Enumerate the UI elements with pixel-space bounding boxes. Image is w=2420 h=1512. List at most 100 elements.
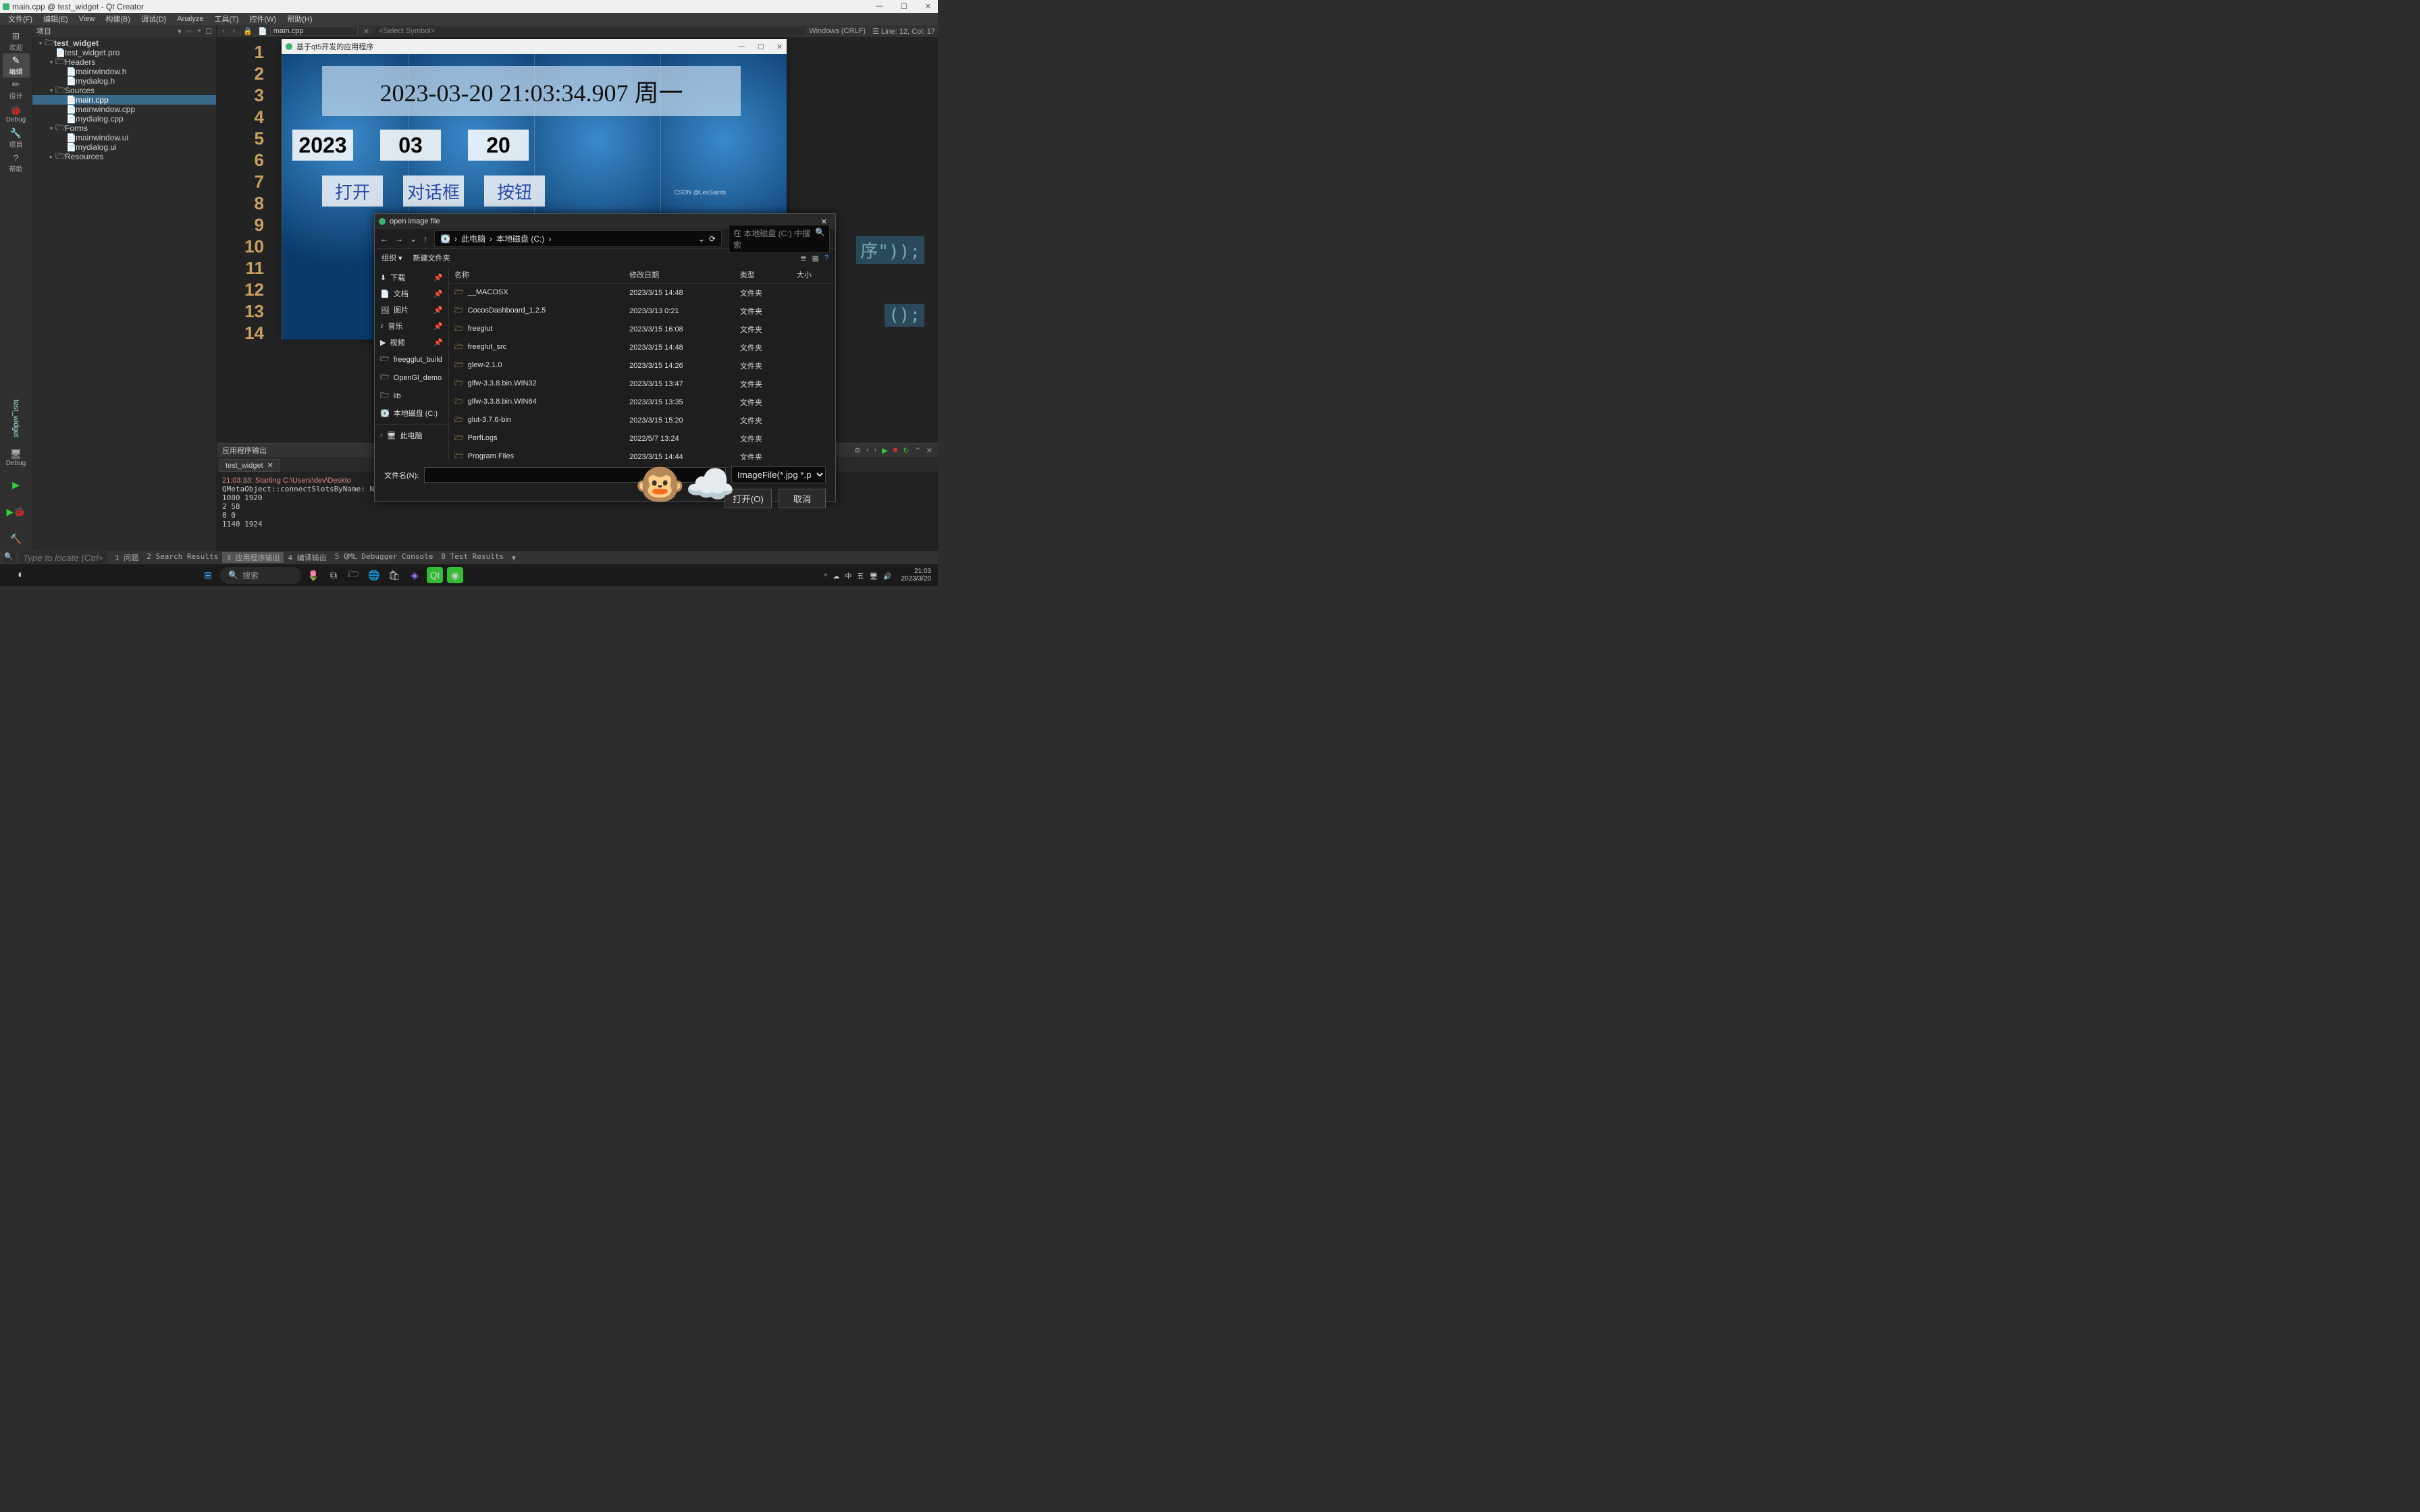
status-pane-2[interactable]: 3 应用程序输出	[222, 552, 284, 563]
tree-item[interactable]: ▾🗁test_widget	[32, 38, 216, 48]
sidebar-item[interactable]: 🖼图片📌	[375, 302, 448, 318]
sidebar-item[interactable]: 🗁lib	[375, 387, 448, 405]
explorer-icon[interactable]: 🗁	[346, 567, 362, 583]
column-header[interactable]: 大小	[791, 267, 835, 284]
add-icon[interactable]: +	[197, 27, 201, 36]
tray-icon[interactable]: ^	[824, 573, 828, 580]
nav-back-icon[interactable]: ‹	[219, 27, 228, 35]
sidebar-item[interactable]: ▶视频📌	[375, 334, 448, 350]
menu-item[interactable]: 工具(T)	[209, 12, 244, 26]
nav-fwd-icon[interactable]: ›	[230, 27, 238, 35]
menu-item[interactable]: 文件(F)	[3, 12, 38, 26]
kit-selector-label[interactable]: test_widget	[12, 400, 20, 437]
mode-Debug[interactable]: 🐞Debug	[3, 102, 30, 126]
status-pane-4[interactable]: 5 QML Debugger Console	[331, 552, 438, 563]
sidebar-item[interactable]: ♪音乐📌	[375, 318, 448, 334]
sidebar-item[interactable]: 📄文档📌	[375, 286, 448, 302]
kit-selector[interactable]: 🖥Debug	[3, 446, 30, 470]
tray-icon[interactable]: 五	[857, 573, 864, 580]
split-icon[interactable]: ☐	[205, 27, 212, 36]
crumb-dropdown-icon[interactable]: ⌄	[698, 234, 705, 244]
view-list-icon[interactable]: ≣	[800, 254, 806, 263]
project-tree[interactable]: ▾🗁test_widget📄test_widget.pro▾🗁Headers📄m…	[32, 37, 216, 163]
app-button[interactable]: 对话框	[403, 176, 464, 207]
output-close-icon[interactable]: ✕	[926, 446, 932, 455]
sidebar-item[interactable]: ⬇下载📌	[375, 269, 448, 286]
menu-item[interactable]: View	[74, 14, 101, 24]
file-row[interactable]: 🗁glut-3.7.6-bin2023/3/15 15:20文件夹	[449, 411, 835, 429]
cancel-button[interactable]: 取消	[779, 489, 826, 508]
output-rerun-icon[interactable]: ↻	[903, 446, 909, 455]
filter-icon[interactable]: ▾	[178, 27, 182, 36]
line-ending-selector[interactable]: Windows (CRLF)	[809, 27, 866, 36]
filter-select[interactable]: ImageFile(*.jpg *.png)	[731, 466, 826, 483]
status-dropdown-icon[interactable]: ▾	[512, 554, 516, 562]
app-button[interactable]: 打开	[322, 176, 383, 207]
sidebar-item[interactable]: 🗁OpenGl_demo	[375, 369, 448, 387]
edge-icon[interactable]: 🌐	[366, 567, 382, 583]
sidebar-item[interactable]: 💽本地磁盘 (C:)	[375, 405, 448, 421]
file-row[interactable]: 🗁PerfLogs2022/5/7 13:24文件夹	[449, 429, 835, 448]
status-pane-1[interactable]: 2 Search Results	[142, 552, 222, 563]
app-minimize-icon[interactable]: —	[738, 43, 745, 51]
store-icon[interactable]: 🛍	[386, 567, 402, 583]
file-row[interactable]: 🗁Program Files2023/3/15 14:44文件夹	[449, 448, 835, 460]
build-button[interactable]: 🔨	[3, 526, 30, 551]
tree-item[interactable]: ▸🗁Resources	[32, 152, 216, 161]
menu-item[interactable]: 控件(W)	[244, 12, 282, 26]
output-stop-icon[interactable]: ■	[893, 446, 898, 455]
taskbar-clock[interactable]: 21:032023/3/20	[901, 568, 931, 583]
organize-menu[interactable]: 组织 ▾	[382, 252, 402, 263]
debug-run-button[interactable]: ▶🐞	[3, 500, 30, 524]
tray-icon[interactable]: 🔊	[883, 573, 891, 580]
locator-icon[interactable]: 🔍	[3, 552, 15, 563]
help-icon[interactable]: ?	[824, 254, 828, 263]
close-icon[interactable]: ✕	[925, 2, 931, 11]
output-expand-icon[interactable]: ⌃	[915, 446, 921, 455]
tree-item[interactable]: 📄mainwindow.cpp	[32, 105, 216, 114]
output-run-icon[interactable]: ▶	[882, 446, 887, 455]
taskbar-search[interactable]: 🔍搜索	[220, 567, 301, 584]
output-prev-icon[interactable]: ‹	[866, 446, 869, 455]
open-button[interactable]: 打开(O)	[725, 489, 772, 508]
nav-recent-icon[interactable]: ⌄	[410, 234, 417, 244]
start-button[interactable]: ⊞	[200, 567, 216, 583]
filename-input[interactable]	[424, 467, 726, 483]
dialog-sidebar[interactable]: ⬇下载📌📄文档📌🖼图片📌♪音乐📌▶视频📌🗁freegglut_build🗁Ope…	[375, 267, 449, 460]
sidebar-item[interactable]: 🗁freegglut_build	[375, 350, 448, 369]
tray-icon[interactable]: 中	[845, 573, 851, 580]
status-pane-5[interactable]: 8 Test Results	[437, 552, 508, 563]
run-button[interactable]: ▶	[3, 473, 30, 497]
file-row[interactable]: 🗁CocosDashboard_1.2.52023/3/13 0:21文件夹	[449, 302, 835, 320]
lock-icon[interactable]: 🔒	[240, 27, 255, 36]
menu-item[interactable]: 调试(D)	[136, 12, 172, 26]
mode-项目[interactable]: 🔧项目	[3, 126, 30, 151]
app-maximize-icon[interactable]: ☐	[758, 43, 764, 51]
widgets-icon[interactable]: 🌷	[305, 567, 321, 583]
copilot-icon[interactable]: ◐	[18, 569, 24, 581]
column-header[interactable]: 类型	[735, 267, 791, 284]
output-tab[interactable]: test_widget✕	[219, 459, 280, 472]
file-row[interactable]: 🗁glfw-3.3.8.bin.WIN322023/3/15 13:47文件夹	[449, 375, 835, 393]
new-folder-button[interactable]: 新建文件夹	[413, 252, 450, 263]
mode-编辑[interactable]: ✎编辑	[3, 53, 30, 78]
status-pane-3[interactable]: 4 编译输出	[284, 552, 330, 563]
nav-back-icon[interactable]: ←	[380, 234, 388, 244]
open-file-selector[interactable]: main.cpp	[270, 26, 358, 36]
output-filter-icon[interactable]: ⚙	[854, 446, 861, 455]
mode-帮助[interactable]: ?帮助	[3, 151, 30, 175]
locator-input[interactable]	[19, 551, 107, 564]
tree-item[interactable]: ▾🗁Headers	[32, 57, 216, 67]
mode-欢迎[interactable]: ⊞欢迎	[3, 29, 30, 53]
file-list[interactable]: 名称修改日期类型大小 🗁__MACOSX2023/3/15 14:48文件夹🗁C…	[449, 267, 835, 460]
minimize-icon[interactable]: —	[876, 2, 883, 11]
column-header[interactable]: 修改日期	[624, 267, 735, 284]
menu-item[interactable]: 构建(B)	[100, 12, 136, 26]
tree-item[interactable]: ▾🗁Sources	[32, 86, 216, 95]
symbol-selector[interactable]: <Select Symbol>	[375, 27, 806, 35]
tray-icon[interactable]: 🖥	[869, 573, 878, 580]
app-titlebar[interactable]: 基于qt5开发的应用程序 — ☐ ✕	[282, 39, 787, 54]
file-row[interactable]: 🗁glfw-3.3.8.bin.WIN642023/3/15 13:35文件夹	[449, 393, 835, 411]
file-row[interactable]: 🗁freeglut2023/3/15 16:08文件夹	[449, 320, 835, 338]
close-tab-icon[interactable]: ✕	[267, 461, 273, 470]
